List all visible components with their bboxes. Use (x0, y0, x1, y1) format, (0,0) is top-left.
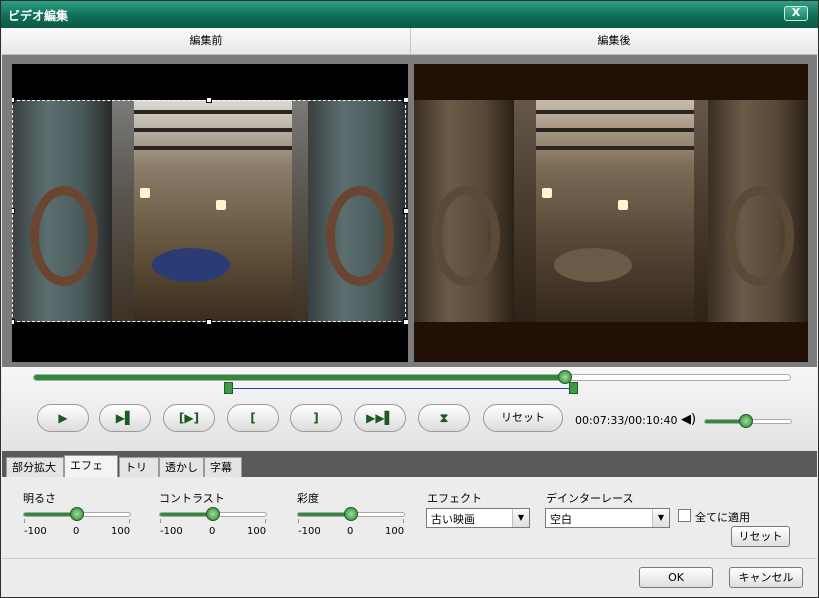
door-right (708, 100, 808, 322)
set-end-button[interactable]: ] (290, 404, 342, 432)
room-interior (536, 100, 694, 322)
deinterlace-select-value: 空白 (550, 513, 572, 526)
effect-select-value: 古い映画 (431, 513, 475, 526)
split-icon: ⧗ (439, 411, 449, 425)
preview-header: 編集前 編集後 (2, 28, 817, 55)
bracket-close-icon: ] (313, 411, 319, 425)
effect-reset-button[interactable]: リセット (731, 526, 790, 547)
volume-thumb[interactable] (739, 414, 754, 428)
door-left (414, 100, 514, 322)
tab-watermark[interactable]: 透かし (159, 457, 204, 477)
speaker-icon[interactable]: ◀) (681, 412, 696, 427)
brightness-min: -100 (24, 526, 47, 537)
play-button[interactable]: ▶ (37, 404, 89, 432)
brightness-mid: 0 (73, 526, 80, 537)
crop-handle[interactable] (206, 319, 212, 325)
before-label: 編集前 (2, 28, 411, 54)
tab-subtitle[interactable]: 字幕 (204, 457, 242, 477)
set-start-button[interactable]: [ (227, 404, 279, 432)
ceiling-beam (536, 110, 694, 114)
contrast-ticks (160, 519, 266, 523)
title-bar: ビデオ編集 X (1, 1, 818, 28)
effect-label: エフェクト (427, 492, 482, 505)
trim-start-marker[interactable] (223, 382, 233, 394)
tab-zoom[interactable]: 部分拡大 (6, 457, 64, 477)
window-title: ビデオ編集 (8, 9, 69, 23)
apply-all-label: 全てに適用 (695, 511, 750, 524)
timeline-area: ▶ ▶▌ [▶] [ ] ▶▶▌ ⧗ リセット 00:07:33/00:10:4… (2, 367, 817, 451)
seek-bar[interactable] (33, 370, 791, 384)
timeline-reset-button[interactable]: リセット (483, 404, 563, 432)
saturation-min: -100 (298, 526, 321, 537)
original-preview (12, 64, 408, 362)
chevron-down-icon[interactable]: ▼ (512, 509, 529, 527)
tab-trim[interactable]: トリム (119, 457, 159, 493)
bracket-open-icon: [ (250, 411, 256, 425)
saturation-max: 100 (385, 526, 405, 537)
deinterlace-select[interactable]: 空白 ▼ (545, 508, 670, 528)
saturation-mid: 0 (347, 526, 354, 537)
after-label: 編集後 (597, 34, 631, 47)
edit-tabs: 部分拡大 エフェクト トリム 透かし 字幕 (2, 451, 817, 493)
close-button[interactable]: X (784, 6, 808, 21)
contrast-min: -100 (160, 526, 183, 537)
brightness-slider[interactable] (23, 507, 131, 521)
tab-effect[interactable]: エフェクト (64, 455, 118, 491)
skip-end-icon: ▶▶▌ (366, 411, 394, 425)
brightness-label: 明るさ (23, 492, 56, 505)
contrast-label: コントラスト (159, 492, 225, 505)
crop-handle[interactable] (12, 319, 15, 325)
crop-handle[interactable] (403, 97, 408, 103)
output-preview (414, 64, 808, 362)
contrast-slider[interactable] (159, 507, 267, 521)
crop-handle[interactable] (403, 208, 408, 214)
go-to-end-button[interactable]: ▶▶▌ (354, 404, 406, 432)
dining-table (554, 248, 632, 282)
crop-handle[interactable] (206, 97, 212, 103)
effect-panel: 明るさ -100 0 100 コントラスト -100 0 100 彩度 -100… (2, 477, 817, 559)
preview-area (2, 55, 817, 367)
snapshot-button[interactable]: [▶] (163, 404, 215, 432)
trim-end-marker[interactable] (569, 382, 579, 394)
chevron-down-icon[interactable]: ▼ (652, 509, 669, 527)
saturation-slider[interactable] (297, 507, 405, 521)
output-video-frame (414, 100, 808, 322)
apply-all-checkbox[interactable] (678, 509, 691, 522)
play-icon: ▶ (58, 411, 68, 425)
lamp (618, 200, 628, 210)
cancel-button[interactable]: キャンセル (729, 567, 803, 588)
volume-slider[interactable] (704, 414, 792, 428)
trim-range-line (227, 388, 574, 389)
crop-handle[interactable] (403, 319, 408, 325)
split-button[interactable]: ⧗ (418, 404, 470, 432)
saturation-label: 彩度 (297, 492, 319, 505)
video-edit-window: ビデオ編集 X 編集前 編集後 ▶ ▶▌ [▶] [] ▶▶▌ ⧗ リセット … (0, 0, 819, 598)
next-frame-icon: ▶▌ (115, 411, 135, 425)
door-window (432, 186, 500, 286)
saturation-ticks (298, 519, 404, 523)
brightness-ticks (24, 519, 130, 523)
crop-handle[interactable] (12, 97, 15, 103)
snapshot-icon: [▶] (178, 411, 200, 425)
dialog-footer: OK キャンセル (2, 560, 817, 597)
crop-handle[interactable] (12, 208, 15, 214)
contrast-max: 100 (247, 526, 267, 537)
door-window (726, 186, 794, 286)
ok-button[interactable]: OK (639, 567, 713, 588)
next-frame-button[interactable]: ▶▌ (99, 404, 151, 432)
ceiling-beam (536, 128, 694, 132)
seek-bar-progress (34, 375, 566, 380)
lamp (542, 188, 552, 198)
ceiling-beam (536, 146, 694, 150)
crop-selection[interactable] (12, 97, 408, 325)
time-readout: 00:07:33/00:10:40 (575, 414, 678, 427)
deinterlace-label: デインターレース (546, 492, 634, 505)
effect-select[interactable]: 古い映画 ▼ (426, 508, 530, 528)
brightness-max: 100 (111, 526, 131, 537)
contrast-mid: 0 (209, 526, 216, 537)
